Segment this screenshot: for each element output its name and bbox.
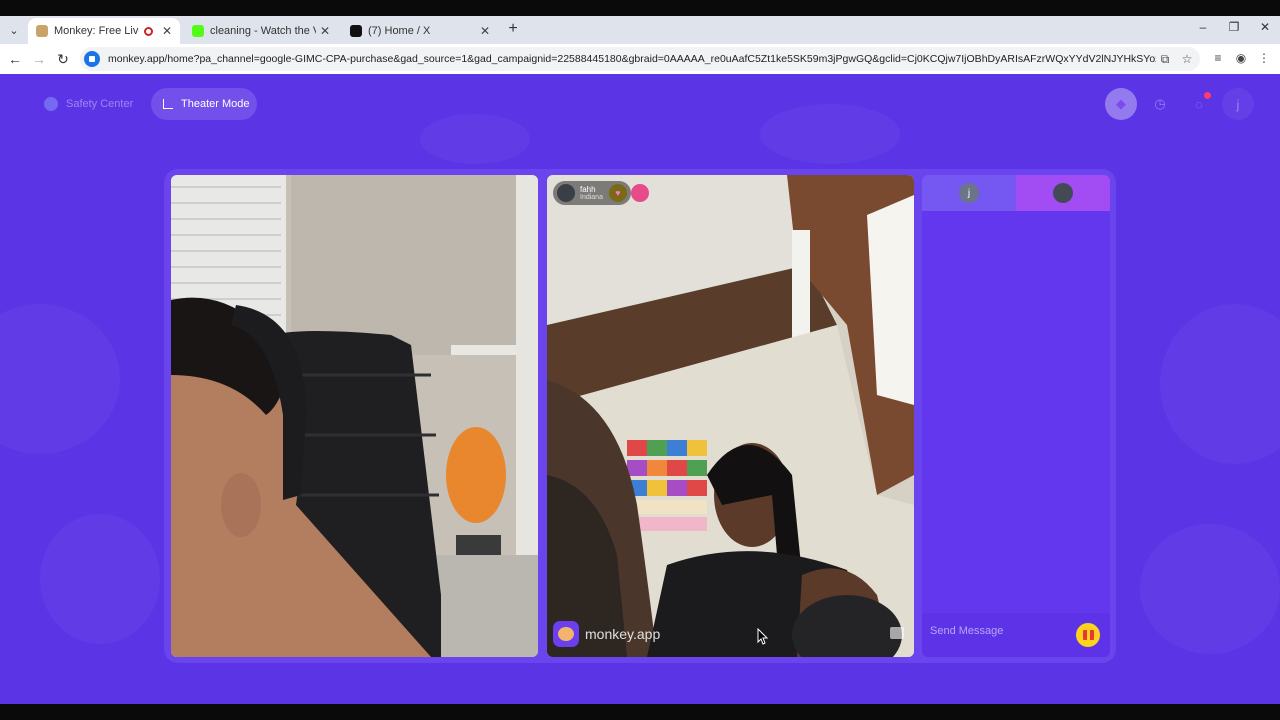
recording-icon [143, 26, 153, 36]
monkey-logo-icon [553, 621, 579, 647]
gem-icon: ◆ [1116, 96, 1126, 111]
gift-icon [1082, 630, 1094, 640]
partner-video-frame [547, 175, 914, 657]
screen-top-edge [0, 0, 1280, 16]
tab-kick[interactable]: cleaning - Watch the VOD on K ✕ [184, 18, 338, 44]
media-controls-icon[interactable]: ≡ [1210, 51, 1226, 67]
monkey-favicon-icon [36, 25, 48, 37]
gift-button[interactable] [1076, 623, 1100, 647]
maximize-button[interactable]: ❐ [1224, 20, 1244, 34]
watermark-text: monkey.app [585, 626, 661, 642]
shield-icon [44, 97, 58, 111]
chat-tab-self[interactable]: j [922, 175, 1016, 211]
screen-bottom-edge [0, 704, 1280, 720]
tab-x[interactable]: (7) Home / X ✕ [342, 18, 498, 44]
more-menu-icon[interactable]: ⋮ [1256, 51, 1272, 67]
back-arrow-icon[interactable]: ← [6, 50, 24, 68]
mouse-cursor-icon [757, 628, 769, 645]
expand-icon [163, 99, 173, 109]
partner-badge-icon[interactable] [631, 184, 649, 202]
safety-center-button[interactable]: Safety Center [36, 88, 146, 120]
profile-initial: j [1236, 96, 1240, 112]
install-app-icon[interactable]: ⧉ [1156, 52, 1174, 67]
tab-title: cleaning - Watch the VOD on K [210, 25, 316, 37]
video-chat-stage: fahh Indiana ♥ monkey.app j Send Message [164, 169, 1116, 663]
heart-icon[interactable]: ♥ [608, 184, 627, 202]
theater-mode-label: Theater Mode [181, 98, 250, 110]
tab-title: Monkey: Free Live Video C [54, 25, 139, 37]
tab-title: (7) Home / X [368, 25, 431, 37]
partner-video: fahh Indiana ♥ monkey.app [547, 175, 914, 657]
self-video-frame [171, 175, 538, 657]
background-blob [760, 104, 900, 164]
notification-dot [1204, 92, 1211, 99]
partner-name: fahh [580, 184, 596, 194]
clock-icon: ◷ [1154, 96, 1166, 111]
profile-button[interactable]: j [1222, 88, 1254, 120]
kick-favicon-icon [192, 25, 204, 37]
history-button[interactable]: ◷ [1144, 88, 1176, 120]
background-blob [420, 114, 530, 164]
chat-tabs: j [922, 175, 1110, 211]
tab-search-icon[interactable]: ⌄ [4, 20, 24, 40]
url-text[interactable]: monkey.app/home?pa_channel=google-GIMC-C… [108, 53, 1156, 65]
background-blob [40, 514, 160, 644]
address-bar-row: ← → ↻ monkey.app/home?pa_channel=google-… [0, 44, 1280, 74]
tab-monkey[interactable]: Monkey: Free Live Video C ✕ [28, 18, 180, 44]
forward-arrow-icon[interactable]: → [30, 50, 48, 68]
bookmark-star-icon[interactable]: ☆ [1178, 52, 1196, 66]
close-tab-icon[interactable]: ✕ [320, 24, 330, 38]
background-blob [1160, 304, 1280, 464]
tab-strip: ⌄ Monkey: Free Live Video C ✕ cleaning -… [0, 16, 1280, 44]
message-composer: Send Message [922, 613, 1110, 657]
skip-forward-icon[interactable] [890, 627, 904, 639]
minimize-button[interactable]: – [1193, 20, 1213, 34]
theater-mode-button[interactable]: Theater Mode [151, 88, 257, 120]
background-blob [0, 304, 120, 454]
close-tab-icon[interactable]: ✕ [162, 24, 172, 38]
site-info-icon[interactable] [84, 51, 100, 67]
partner-avatar [557, 184, 575, 202]
new-tab-button[interactable]: + [504, 20, 522, 40]
browser-window: ⌄ Monkey: Free Live Video C ✕ cleaning -… [0, 0, 1280, 720]
partner-details: fahh Indiana [580, 185, 603, 202]
gem-shop-button[interactable]: ◆ [1105, 88, 1137, 120]
x-favicon-icon [350, 25, 362, 37]
chat-bubble-icon: ◌ [1195, 96, 1203, 112]
close-window-button[interactable]: ✕ [1255, 20, 1275, 34]
partner-chat-avatar [1053, 183, 1073, 203]
send-message-input[interactable]: Send Message [930, 625, 1003, 637]
chat-panel: j Send Message [922, 175, 1110, 657]
profile-icon[interactable]: ◉ [1233, 51, 1249, 67]
chat-tab-partner[interactable] [1016, 175, 1110, 211]
self-avatar: j [959, 183, 979, 203]
partner-info-chip[interactable]: fahh Indiana ♥ [553, 181, 631, 205]
self-video [171, 175, 538, 657]
monkey-watermark: monkey.app [553, 621, 660, 647]
messages-button[interactable]: ◌ [1183, 88, 1215, 120]
close-tab-icon[interactable]: ✕ [480, 24, 490, 38]
omnibox[interactable]: monkey.app/home?pa_channel=google-GIMC-C… [80, 47, 1200, 71]
reload-icon[interactable]: ↻ [54, 50, 72, 68]
partner-location: Indiana [580, 193, 603, 201]
background-blob [1140, 524, 1280, 654]
safety-center-label: Safety Center [66, 98, 134, 110]
monkey-page: Safety Center Theater Mode ◆ ◷ ◌ j fahh … [0, 74, 1280, 704]
